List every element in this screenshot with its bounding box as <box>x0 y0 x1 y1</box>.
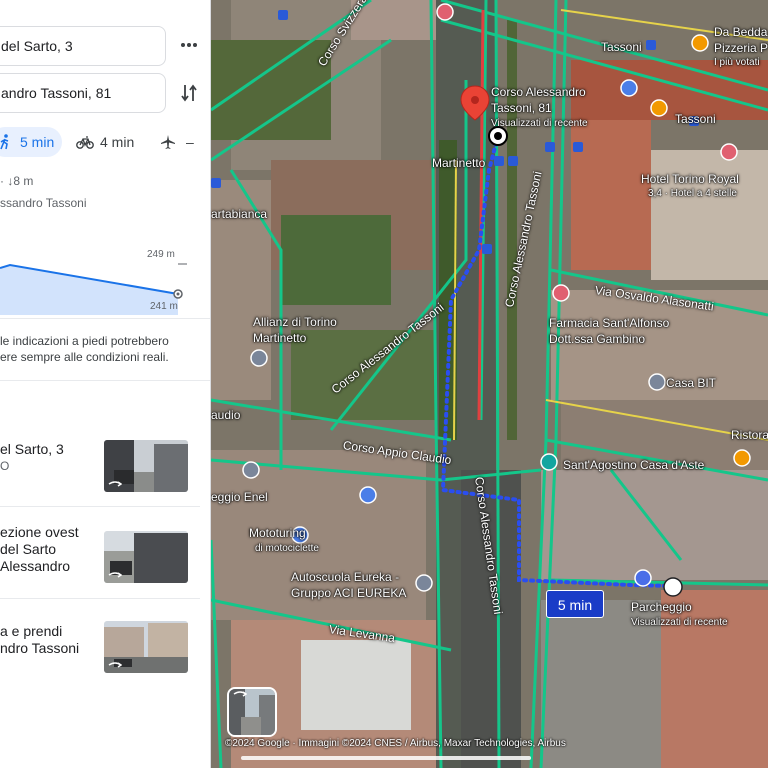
poi-sublabel: Visualizzati di recente <box>631 617 728 628</box>
walking-disclaimer: le indicazioni a piedi potrebbero ere se… <box>0 333 210 365</box>
divider <box>0 506 200 507</box>
poi-label: Martinetto <box>253 331 307 345</box>
poi-label: artabianca <box>211 207 268 221</box>
step-line: ezione ovest <box>0 524 79 540</box>
map-attribution: ©2024 Google · Immagini ©2024 CNES / Air… <box>225 738 566 749</box>
bicycle-icon <box>76 136 94 149</box>
step-text: a e prendi ndro Tassoni <box>0 623 100 657</box>
transit-label: Tassoni <box>601 40 642 54</box>
poi-label: Farmacia Sant'Alfonso <box>549 316 670 330</box>
swap-button[interactable] <box>176 80 202 106</box>
poi-label: Pizzeria P <box>714 41 768 55</box>
elevation-min-label: 241 m <box>150 301 178 312</box>
poi-label: Mototuring <box>249 526 306 540</box>
mode-bike[interactable]: 4 min <box>76 127 134 157</box>
mode-flight-label: – <box>186 134 194 150</box>
poi-label: Allianz di Torino <box>253 315 337 329</box>
mode-bike-label: 4 min <box>100 134 135 150</box>
mode-flight[interactable]: – <box>160 127 194 157</box>
step-street-view-thumbnail[interactable] <box>104 621 188 673</box>
step-text: el Sarto, 3 O <box>0 441 100 475</box>
destination-label: Corso Alessandro <box>491 85 586 99</box>
elevation-max-label: 249 m <box>147 249 175 260</box>
poi-sublabel: I più votati <box>714 57 760 68</box>
origin-field[interactable]: del Sarto, 3 <box>0 26 166 66</box>
route-via: ssandro Tassoni <box>0 196 87 210</box>
poi-label: Parcheggio <box>631 600 692 614</box>
divider <box>0 318 210 319</box>
directions-panel: del Sarto, 3 andro Tassoni, 81 5 min 4 m… <box>0 0 211 768</box>
step-line: ndro Tassoni <box>0 640 80 656</box>
step-line: del Sarto <box>0 541 57 557</box>
disclaimer-line-2: ere sempre alle condizioni reali. <box>0 350 169 364</box>
street-view-icon <box>233 691 247 697</box>
elevation-chart: 249 m 241 m <box>0 249 187 315</box>
poi-label: Gruppo ACI EUREKA <box>291 586 407 600</box>
more-options-button[interactable] <box>176 32 202 58</box>
street-view-icon <box>108 572 122 578</box>
poi-sublabel: 3,4 · Hotel a 4 stelle <box>648 188 737 199</box>
airplane-icon <box>161 135 175 149</box>
map-view[interactable]: Corso Svizzera Corso Alessandro Tassoni,… <box>211 0 768 768</box>
poi-label: Ristora <box>731 428 768 442</box>
destination-sublabel: Visualizzati di recente <box>491 118 588 129</box>
poi-label: Autoscuola Eureka - <box>291 570 400 584</box>
street-view-icon <box>108 662 122 668</box>
divider <box>0 598 200 599</box>
route-step[interactable]: a e prendi ndro Tassoni <box>0 621 210 682</box>
step-line: el Sarto, 3 <box>0 441 64 457</box>
swap-vertical-icon <box>181 84 197 102</box>
step-line: Alessandro <box>0 558 71 574</box>
poi-label: Hotel Torino Royal <box>641 172 739 186</box>
poi-sublabel: di motociclette <box>255 543 319 554</box>
poi-label: Sant'Agostino Casa d'Aste <box>563 458 705 472</box>
more-horizontal-icon <box>181 43 197 47</box>
step-line: a e prendi <box>0 623 63 639</box>
poi-label: eggio Enel <box>211 490 268 504</box>
poi-label: Da Bedda <box>714 25 768 39</box>
route-step[interactable]: el Sarto, 3 O <box>0 440 210 500</box>
transit-label: Martinetto <box>432 156 486 170</box>
street-view-icon <box>108 481 122 487</box>
route-duration-badge: 5 min <box>546 590 604 618</box>
route-step[interactable]: ezione ovest del Sarto Alessandro <box>0 523 210 583</box>
destination-label: Tassoni, 81 <box>491 101 552 115</box>
step-text: ezione ovest del Sarto Alessandro <box>0 524 100 575</box>
poi-label: Casa BIT <box>666 376 717 390</box>
transit-label: Tassoni <box>675 112 716 126</box>
destination-field[interactable]: andro Tassoni, 81 <box>0 73 166 113</box>
disclaimer-line-1: le indicazioni a piedi potrebbero <box>0 334 169 348</box>
travel-modes: 5 min 4 min – <box>0 127 210 157</box>
mode-walk[interactable]: 5 min <box>0 127 62 157</box>
home-indicator <box>241 756 531 760</box>
route-stats: · ↓8 m <box>0 174 34 188</box>
street-label: audio <box>211 408 241 422</box>
origin-marker <box>663 577 683 597</box>
divider <box>0 380 210 381</box>
poi-label: Dott.ssa Gambino <box>549 332 646 346</box>
street-view-thumbnail[interactable] <box>227 687 277 737</box>
walk-icon <box>0 134 9 150</box>
step-line: O <box>0 459 10 473</box>
step-street-view-thumbnail[interactable] <box>104 531 188 583</box>
mode-walk-label: 5 min <box>20 134 55 150</box>
step-street-view-thumbnail[interactable] <box>104 440 188 492</box>
